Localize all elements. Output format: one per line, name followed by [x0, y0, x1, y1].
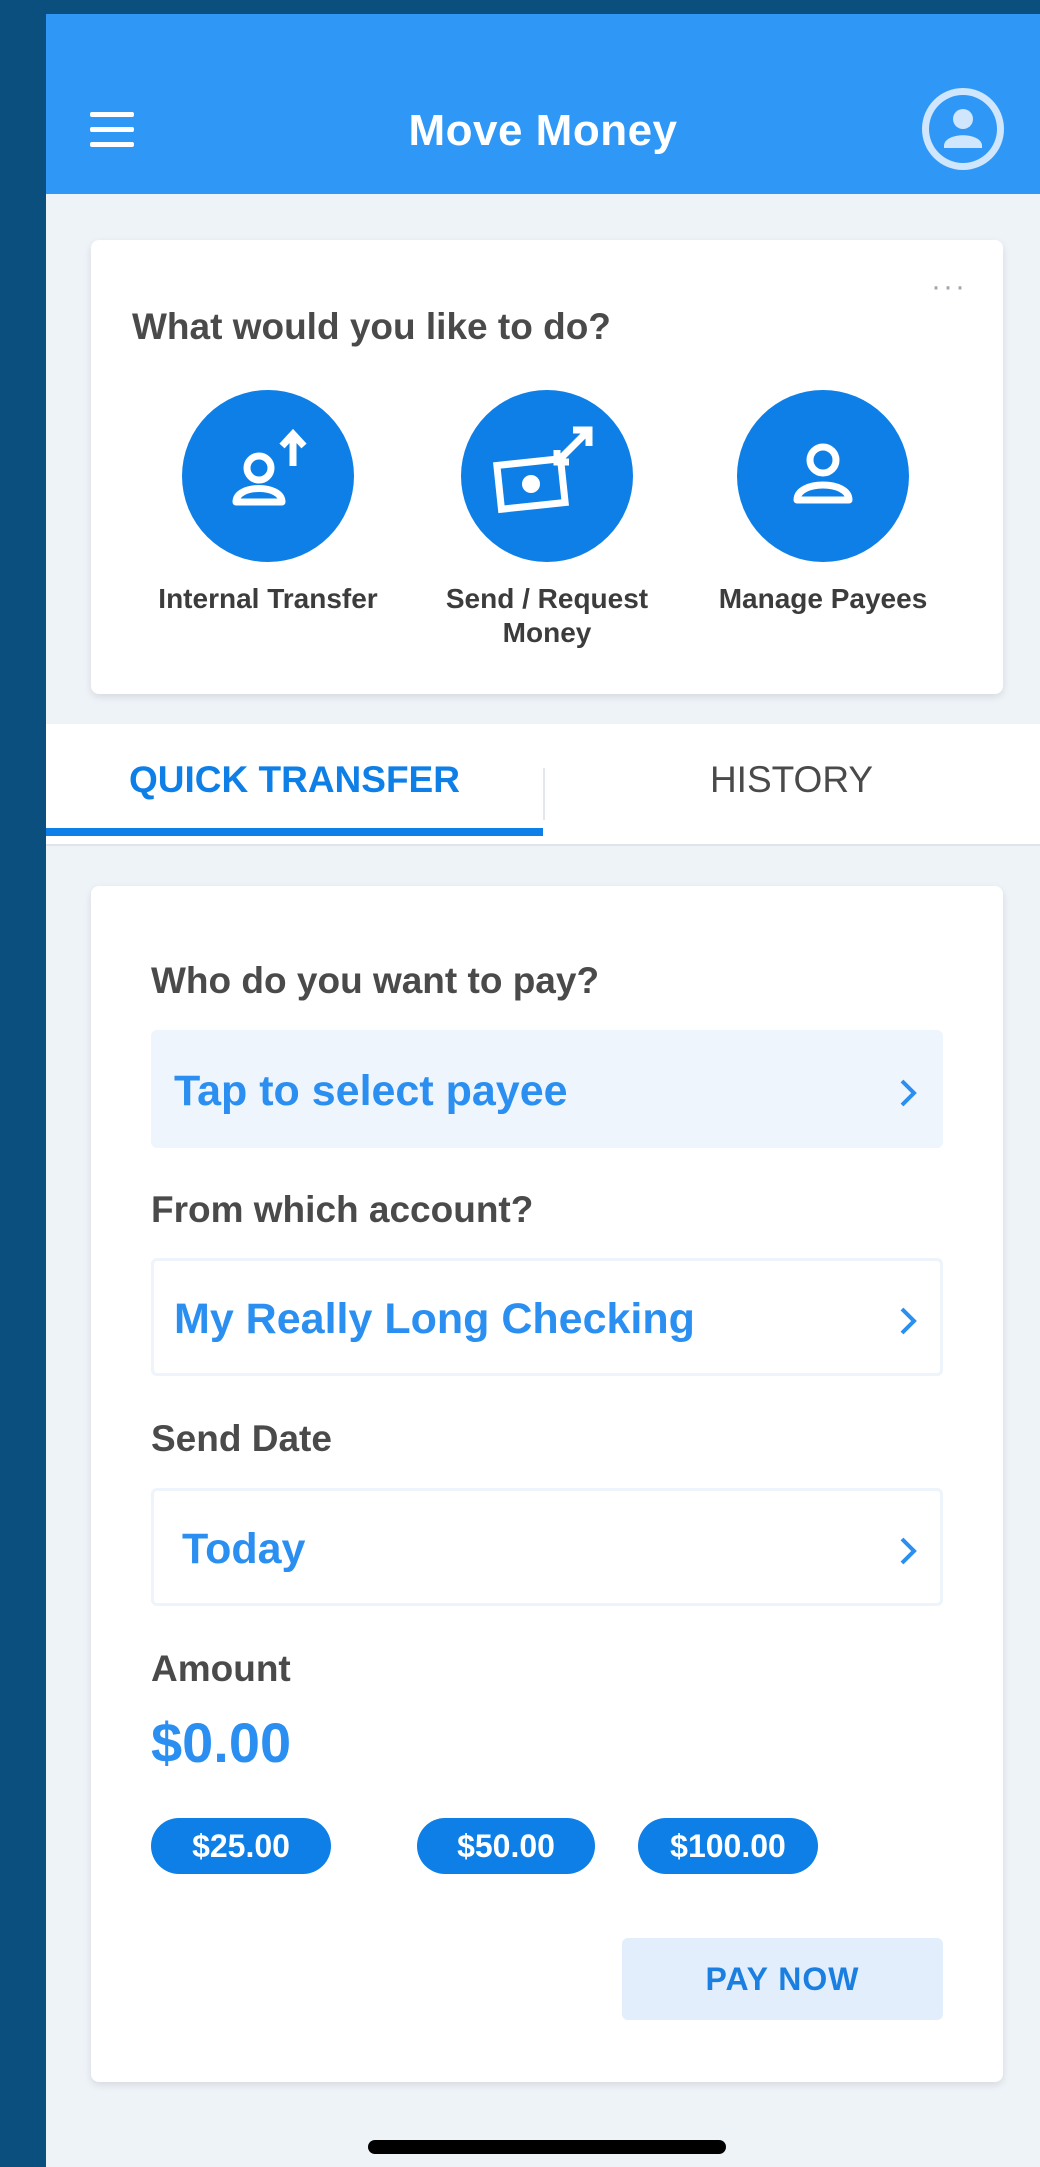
send-date-selector[interactable]: Today: [151, 1488, 943, 1606]
actions-card: ··· What would you like to do? Internal …: [91, 240, 1003, 694]
send-date-value: Today: [182, 1525, 306, 1573]
send-request-money-button[interactable]: Send / Request Money: [412, 390, 682, 650]
pay-now-button[interactable]: PAY NOW: [622, 1938, 943, 2020]
internal-transfer-label: Internal Transfer: [158, 583, 378, 614]
manage-payees-label: Manage Payees: [718, 583, 928, 614]
more-horizontal-icon[interactable]: ···: [931, 272, 967, 302]
active-tab-indicator: [46, 828, 543, 836]
chevron-right-icon: [900, 1307, 917, 1335]
send-request-money-label: Send / Request Money: [445, 583, 649, 648]
account-value: My Really Long Checking: [174, 1295, 695, 1343]
page-title: Move Money: [408, 106, 678, 155]
user-avatar-icon[interactable]: [922, 88, 1004, 170]
quick-amount-50-button[interactable]: $50.00: [417, 1818, 595, 1874]
phone-screen: Move Money ··· What would you like to do…: [46, 14, 1040, 2167]
manage-payees-button[interactable]: Manage Payees: [688, 390, 958, 616]
chevron-right-icon: [900, 1079, 917, 1107]
quick-amount-25-button[interactable]: $25.00: [151, 1818, 331, 1874]
account-selector[interactable]: My Really Long Checking: [151, 1258, 943, 1376]
tab-history[interactable]: HISTORY: [543, 724, 1040, 846]
payee-label: Who do you want to pay?: [151, 960, 600, 1001]
internal-transfer-button[interactable]: Internal Transfer: [133, 390, 403, 616]
app-header: Move Money: [46, 14, 1040, 194]
quick-amount-100-button[interactable]: $100.00: [638, 1818, 818, 1874]
payee-selector[interactable]: Tap to select payee: [151, 1030, 943, 1148]
quick-transfer-card: Who do you want to pay? Tap to select pa…: [91, 886, 1003, 2082]
money-transfer-icon: [461, 390, 633, 562]
account-label: From which account?: [151, 1189, 534, 1230]
actions-question: What would you like to do?: [132, 306, 611, 347]
chevron-right-icon: [900, 1537, 917, 1565]
payee-value: Tap to select payee: [174, 1067, 568, 1115]
person-icon: [737, 390, 909, 562]
send-date-label: Send Date: [151, 1418, 332, 1459]
person-upload-icon: [182, 390, 354, 562]
home-indicator: [368, 2140, 726, 2154]
amount-input[interactable]: $0.00: [151, 1710, 291, 1775]
amount-label: Amount: [151, 1648, 291, 1689]
